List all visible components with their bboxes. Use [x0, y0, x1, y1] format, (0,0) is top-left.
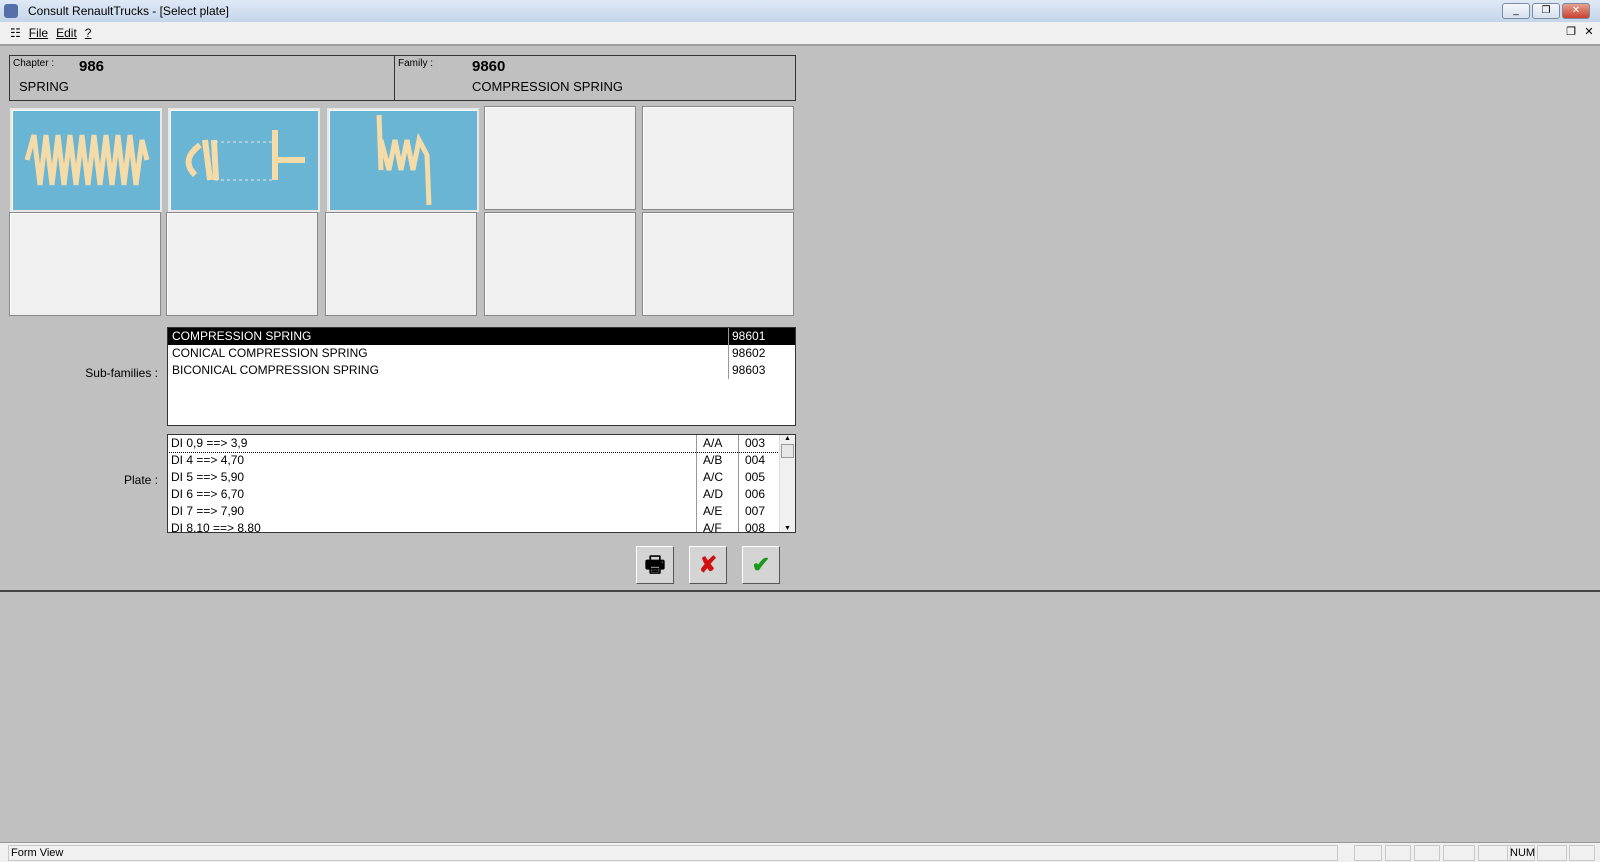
list-item[interactable]: CONICAL COMPRESSION SPRING 98602	[168, 345, 795, 362]
status-bar: Form View NUM	[0, 842, 1600, 862]
maximize-button[interactable]: ❐	[1532, 3, 1560, 19]
minimize-button[interactable]: _	[1502, 3, 1530, 19]
family-box: Family : 9860 COMPRESSION SPRING	[394, 55, 796, 101]
plate-name: DI 0,9 ==> 3,9	[171, 436, 248, 450]
chapter-name: SPRING	[19, 79, 69, 94]
family-name: COMPRESSION SPRING	[472, 79, 623, 94]
mdi-close-icon[interactable]: ✕	[1582, 26, 1596, 40]
subfamilies-list[interactable]: COMPRESSION SPRING 98601 CONICAL COMPRESS…	[167, 327, 796, 426]
plate-name: DI 6 ==> 6,70	[171, 487, 245, 501]
plate-ref: A/E	[696, 503, 738, 520]
plate-row[interactable]: DI 4 ==> 4,70 A/B 004	[168, 452, 795, 469]
window-title: Consult RenaultTrucks - [Select plate]	[28, 4, 229, 18]
num-lock-indicator: NUM	[1507, 845, 1535, 861]
menu-edit[interactable]: Edit	[56, 26, 77, 40]
close-button[interactable]: ✕	[1562, 3, 1590, 19]
image-slot-empty	[642, 106, 794, 210]
green-check-icon: ✔	[751, 552, 771, 577]
plate-name: DI 5 ==> 5,90	[171, 470, 245, 484]
plate-number: 007	[738, 503, 780, 520]
subfamily-code: 98601	[728, 328, 765, 345]
plate-label: Plate :	[123, 473, 158, 487]
divider	[0, 590, 1600, 592]
scrollbar[interactable]: ▲ ▼	[779, 435, 795, 532]
plate-number: 003	[738, 435, 780, 452]
spring-image-conical[interactable]	[168, 108, 320, 212]
list-item[interactable]: BICONICAL COMPRESSION SPRING 98603	[168, 362, 795, 379]
subfamily-name: COMPRESSION SPRING	[172, 329, 312, 343]
plate-row[interactable]: DI 7 ==> 7,90 A/E 007	[168, 503, 795, 520]
subfamily-name: CONICAL COMPRESSION SPRING	[172, 346, 368, 360]
image-slot-empty	[9, 212, 161, 316]
print-button[interactable]: 🖶	[636, 546, 674, 584]
plate-number: 008	[738, 520, 780, 532]
scroll-up-icon[interactable]: ▲	[780, 435, 795, 442]
subfamily-code: 98603	[728, 362, 765, 379]
status-pane	[1385, 845, 1411, 861]
image-slot-empty	[484, 212, 636, 316]
plate-row[interactable]: DI 5 ==> 5,90 A/C 005	[168, 469, 795, 486]
chapter-code: 986	[79, 58, 105, 75]
printer-icon: 🖶	[644, 552, 666, 577]
menu-file[interactable]: File	[29, 26, 48, 40]
chapter-box: Chapter : 986 SPRING	[9, 55, 395, 101]
scroll-thumb[interactable]	[781, 444, 794, 458]
image-slot-empty	[484, 106, 636, 210]
plate-ref: A/B	[696, 452, 738, 469]
image-slot-empty	[642, 212, 794, 316]
mdi-restore-icon[interactable]: ❐	[1564, 26, 1578, 40]
family-code: 9860	[472, 58, 506, 75]
plate-number: 006	[738, 486, 780, 503]
plate-row[interactable]: DI 6 ==> 6,70 A/D 006	[168, 486, 795, 503]
spring-image-biconical[interactable]	[327, 108, 479, 212]
scroll-down-icon[interactable]: ▼	[780, 525, 795, 532]
plate-row[interactable]: DI 8,10 ==> 8,80 A/F 008	[168, 520, 795, 533]
image-slot-empty	[325, 212, 477, 316]
image-slot-empty	[166, 212, 318, 316]
subfamily-code: 98602	[728, 345, 765, 362]
form-icon[interactable]: ☷	[10, 26, 21, 40]
plate-name: DI 4 ==> 4,70	[171, 453, 245, 467]
title-bar: Consult RenaultTrucks - [Select plate] _…	[0, 0, 1600, 22]
plate-row[interactable]: DI 0,9 ==> 3,9 A/A 003	[168, 435, 795, 453]
ok-button[interactable]: ✔	[742, 546, 780, 584]
chapter-label: Chapter :	[13, 58, 55, 69]
plate-name: DI 7 ==> 7,90	[171, 504, 245, 518]
status-pane	[1354, 845, 1382, 861]
plate-ref: A/F	[696, 520, 738, 532]
spring-image-compression[interactable]	[10, 108, 162, 212]
app-icon	[4, 4, 18, 18]
list-item[interactable]: COMPRESSION SPRING 98601	[168, 328, 795, 345]
plate-number: 005	[738, 469, 780, 486]
plate-ref: A/A	[696, 435, 738, 452]
plate-list[interactable]: DI 0,9 ==> 3,9 A/A 003 DI 4 ==> 4,70 A/B 004 D…	[167, 434, 796, 533]
cancel-button[interactable]: ✘	[689, 546, 727, 584]
status-pane	[1569, 845, 1595, 861]
menu-help[interactable]: ?	[85, 26, 92, 40]
status-pane	[1537, 845, 1567, 861]
plate-ref: A/C	[696, 469, 738, 486]
status-text: Form View	[8, 845, 1338, 861]
plate-number: 004	[738, 452, 780, 469]
menu-bar: ☷ File Edit ? ❐ ✕	[0, 22, 1600, 46]
red-x-icon: ✘	[698, 552, 718, 577]
plate-name: DI 8,10 ==> 8,80	[171, 521, 261, 533]
subfamily-name: BICONICAL COMPRESSION SPRING	[172, 363, 379, 377]
plate-ref: A/D	[696, 486, 738, 503]
subfamilies-label: Sub-families :	[85, 366, 158, 380]
family-label: Family :	[398, 58, 433, 69]
status-pane	[1443, 845, 1475, 861]
status-pane	[1414, 845, 1440, 861]
